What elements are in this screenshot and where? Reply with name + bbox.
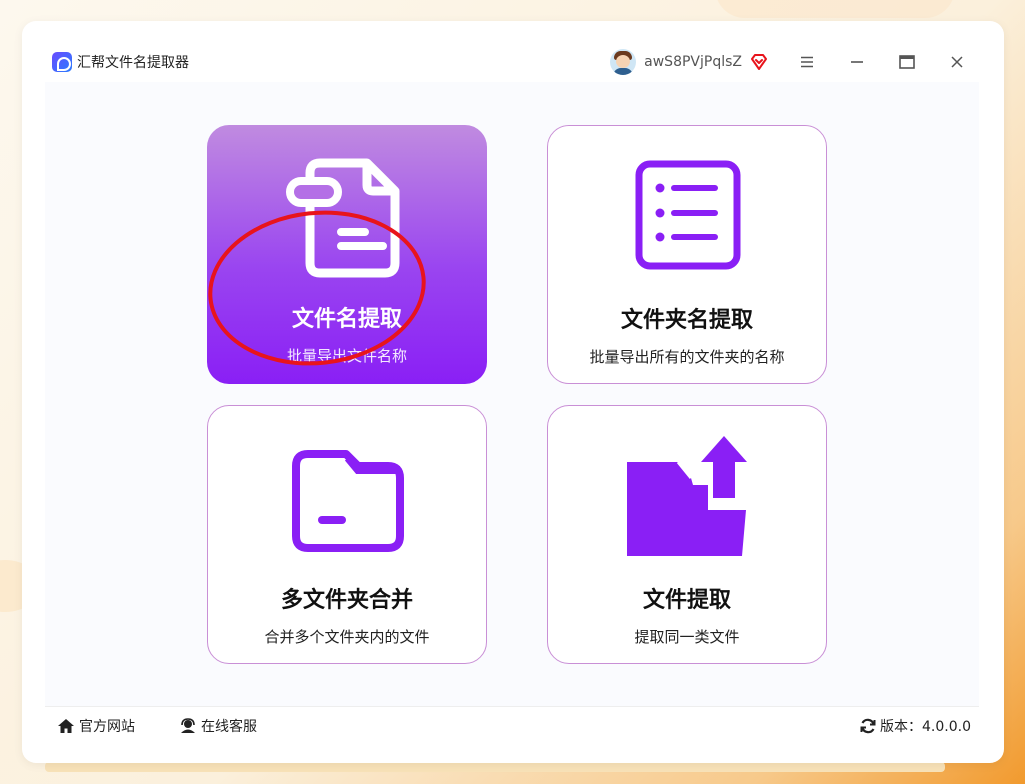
close-icon	[951, 56, 963, 68]
card-subtitle: 提取同一类文件	[634, 628, 740, 646]
card-subtitle: 批量导出所有的文件夹的名称	[589, 348, 785, 366]
online-service-link[interactable]: 在线客服	[179, 716, 257, 736]
username[interactable]: awS8PVjPqlsZ	[644, 54, 742, 70]
official-website-link[interactable]: 官方网站	[57, 716, 135, 736]
official-website-label: 官方网站	[79, 718, 135, 735]
card-file-name-extract[interactable]: 文件名提取 批量导出文件名称	[207, 125, 487, 384]
card-title: 文件名提取	[291, 307, 402, 332]
folder-upload-icon	[627, 436, 747, 556]
background-shape	[45, 762, 945, 772]
card-title: 多文件夹合并	[280, 588, 413, 613]
customer-service-icon	[181, 717, 195, 733]
card-folder-name-extract[interactable]: 文件夹名提取 批量导出所有的文件夹的名称	[547, 125, 827, 384]
maximize-icon	[899, 55, 915, 69]
minimize-button[interactable]	[832, 44, 882, 80]
refresh-icon	[860, 718, 876, 733]
minimize-icon	[851, 61, 863, 63]
card-file-extract[interactable]: 文件提取 提取同一类文件	[547, 405, 827, 664]
title-bar: 汇帮文件名提取器 awS8PVjPqlsZ	[44, 44, 982, 80]
title-actions: awS8PVjPqlsZ	[610, 44, 982, 80]
maximize-button[interactable]	[882, 44, 932, 80]
hamburger-icon	[801, 56, 813, 68]
version-info[interactable]: 版本：4.0.0.0	[860, 716, 971, 736]
card-subtitle: 合并多个文件夹内的文件	[264, 628, 430, 646]
app-logo-icon	[52, 52, 72, 72]
card-title: 文件夹名提取	[620, 308, 753, 333]
online-service-label: 在线客服	[201, 718, 257, 735]
avatar[interactable]	[610, 49, 637, 75]
close-button[interactable]	[932, 44, 982, 80]
version-label: 版本：4.0.0.0	[880, 718, 971, 735]
app-title: 汇帮文件名提取器	[77, 55, 189, 71]
background-shape	[715, 0, 955, 18]
footer-bar: 官方网站 在线客服 版本：4.0.0.0	[45, 706, 979, 744]
home-icon	[58, 718, 74, 733]
folder-icon	[292, 450, 404, 552]
file-document-icon	[286, 158, 400, 278]
card-subtitle: 批量导出文件名称	[286, 347, 407, 365]
card-merge-folders[interactable]: 多文件夹合并 合并多个文件夹内的文件	[207, 405, 487, 664]
list-icon	[635, 160, 741, 270]
card-title: 文件提取	[642, 588, 731, 613]
vip-diamond-icon[interactable]	[750, 53, 768, 71]
main-content: 文件名提取 批量导出文件名称 文件夹名提取 批量导出所有的文件夹的名称 多文件夹…	[45, 82, 979, 706]
menu-button[interactable]	[782, 44, 832, 80]
